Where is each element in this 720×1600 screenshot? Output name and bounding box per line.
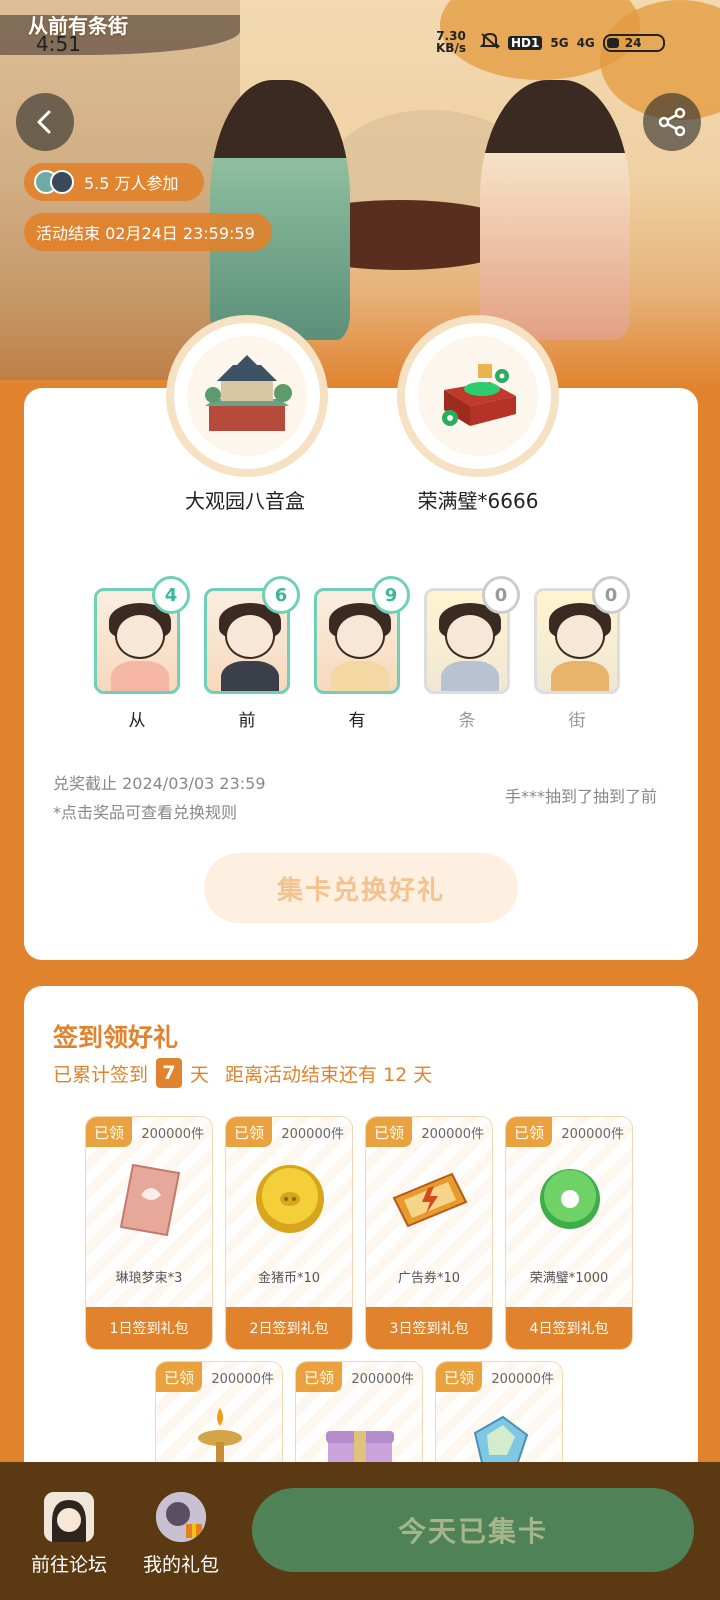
collect-card-jie[interactable]: 0 街	[534, 576, 630, 731]
my-gifts-label: 我的礼包	[142, 1554, 219, 1576]
prize-name[interactable]: 荣满璧*6666	[378, 485, 578, 514]
clock: 4:51	[36, 32, 81, 56]
claimed-tag: 已领	[226, 1117, 272, 1147]
battery-icon: 24	[602, 34, 665, 52]
ticket-icon	[110, 1159, 190, 1239]
card-count-badge: 0	[592, 576, 630, 614]
card-label: 条	[458, 711, 476, 731]
card-collection-row: 4 从 6 前 9 有 0 条 0 街	[94, 576, 630, 731]
back-button[interactable]	[16, 93, 74, 151]
accum-prefix: 已累计签到	[53, 1063, 149, 1086]
chevron-left-icon	[37, 110, 51, 134]
character-illustration-right	[480, 80, 630, 340]
mute-icon	[479, 32, 501, 54]
event-end-pill: 活动结束 02月24日 23:59:59	[24, 213, 272, 251]
gift-stock: 200000件	[281, 1127, 344, 1142]
prize-jade-bundle[interactable]	[397, 315, 559, 477]
forum-label: 前往论坛	[30, 1554, 107, 1576]
forum-avatar-icon	[44, 1492, 94, 1542]
participant-avatars	[34, 170, 74, 194]
avatar	[50, 170, 74, 194]
signin-gift-day3[interactable]: 已领 200000件 广告券*10 3日签到礼包	[365, 1116, 493, 1350]
signal-5g-icon: 5G	[550, 36, 569, 50]
share-icon	[658, 107, 686, 137]
participants-count: 5.5 万人参加	[84, 174, 179, 193]
days-remaining: 距离活动结束还有 12 天	[225, 1063, 433, 1086]
signin-title: 签到领好礼	[53, 1023, 179, 1052]
collect-card-qian[interactable]: 6 前	[204, 576, 300, 731]
gift-stock: 200000件	[491, 1372, 554, 1387]
claimed-tag: 已领	[296, 1362, 342, 1392]
status-icons: HD1 5G 4G 24	[479, 32, 665, 54]
gift-stock: 200000件	[141, 1127, 204, 1142]
claimed-tag: 已领	[506, 1117, 552, 1147]
share-button[interactable]	[643, 93, 701, 151]
gift-name: 荣满璧*1000	[529, 1271, 609, 1286]
claimed-tag: 已领	[86, 1117, 132, 1147]
gift-stock: 200000件	[351, 1372, 414, 1387]
gift-day-label: 3日签到礼包	[366, 1307, 492, 1349]
hd-icon: HD1	[508, 36, 543, 50]
card-count-badge: 0	[482, 576, 520, 614]
jade-disc-icon	[530, 1159, 610, 1239]
signin-gift-day1[interactable]: 已领 200000件 琳琅梦束*3 1日签到礼包	[85, 1116, 213, 1350]
gift-day-label: 4日签到礼包	[506, 1307, 632, 1349]
card-label: 从	[128, 711, 146, 731]
gift-day-label: 1日签到礼包	[86, 1307, 212, 1349]
draw-ticker: 手***抽到了抽到了前	[505, 787, 658, 806]
gift-stock: 200000件	[421, 1127, 484, 1142]
network-speed: 7.30 KB/s	[436, 30, 466, 54]
collect-card-tiao[interactable]: 0 条	[424, 576, 520, 731]
claimed-tag: 已领	[366, 1117, 412, 1147]
my-gifts-avatar-icon	[156, 1492, 206, 1542]
card-count-badge: 6	[262, 576, 300, 614]
gift-name: 琳琅梦束*3	[115, 1271, 183, 1286]
claimed-tag: 已领	[436, 1362, 482, 1392]
today-collected-button[interactable]: 今天已集卡	[252, 1488, 694, 1572]
card-count-badge: 9	[372, 576, 410, 614]
redeem-deadline: 兑奖截止 2024/03/03 23:59	[53, 774, 266, 793]
collect-card-cong[interactable]: 4 从	[94, 576, 190, 731]
accum-suffix: 天	[190, 1063, 210, 1086]
exchange-button[interactable]: 集卡兑换好礼	[204, 853, 518, 923]
prize-name[interactable]: 大观园八音盒	[145, 485, 345, 514]
card-label: 前	[238, 711, 256, 731]
redeem-tip: *点击奖品可查看兑换规则	[53, 803, 238, 822]
music-box-icon	[187, 336, 307, 456]
gift-stock: 200000件	[561, 1127, 624, 1142]
signin-gift-day4[interactable]: 已领 200000件 荣满璧*1000 4日签到礼包	[505, 1116, 633, 1350]
gift-name: 广告券*10	[397, 1271, 461, 1286]
participants-pill: 5.5 万人参加	[24, 163, 204, 201]
bottom-action-bar: 前往论坛 我的礼包 今天已集卡	[0, 1462, 720, 1600]
battery-percent: 24	[624, 36, 642, 50]
character-illustration-left	[210, 80, 350, 340]
my-gifts-button[interactable]: 我的礼包	[136, 1492, 226, 1577]
ad-coupon-icon	[390, 1159, 470, 1239]
signal-4g-icon: 4G	[576, 36, 595, 50]
gift-stock: 200000件	[211, 1372, 274, 1387]
forum-button[interactable]: 前往论坛	[24, 1492, 114, 1577]
pig-coin-icon	[250, 1159, 330, 1239]
prize-music-box[interactable]	[166, 315, 328, 477]
network-speed-unit: KB/s	[436, 41, 466, 55]
accum-days: 7	[156, 1058, 183, 1088]
gift-day-label: 2日签到礼包	[226, 1307, 352, 1349]
battery-level	[606, 38, 619, 48]
card-label: 街	[568, 711, 586, 731]
claimed-tag: 已领	[156, 1362, 202, 1392]
card-count-badge: 4	[152, 576, 190, 614]
gift-name: 金猪币*10	[257, 1271, 321, 1286]
collect-card-you[interactable]: 9 有	[314, 576, 410, 731]
status-bar: 从前有条街 4:51 7.30 KB/s HD1 5G 4G 24	[0, 0, 720, 60]
card-label: 有	[348, 711, 366, 731]
signin-gift-day2[interactable]: 已领 200000件 金猪币*10 2日签到礼包	[225, 1116, 353, 1350]
jade-chest-icon	[418, 336, 538, 456]
signin-summary: 已累计签到 7 天 距离活动结束还有 12 天	[53, 1058, 432, 1088]
